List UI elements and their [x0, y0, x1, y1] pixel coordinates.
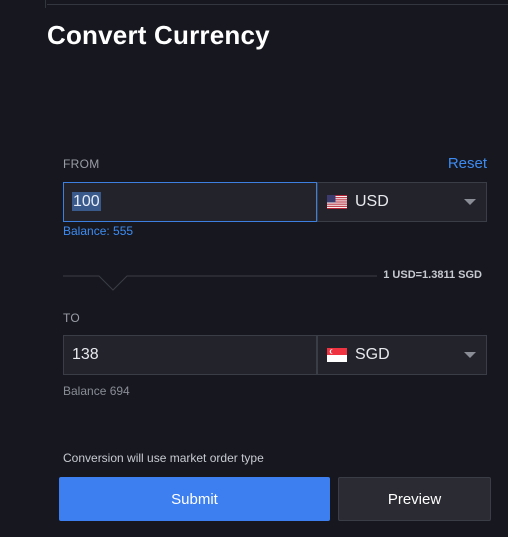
preview-button[interactable]: Preview	[338, 477, 491, 521]
exchange-rate-text: 1 USD=1.3811 SGD	[377, 269, 488, 281]
sg-flag-icon	[327, 348, 347, 362]
to-label: TO	[63, 311, 81, 325]
top-border	[47, 4, 508, 5]
from-amount-input[interactable]: 100	[63, 182, 317, 222]
from-currency-code: USD	[355, 193, 389, 210]
from-label: FROM	[63, 157, 100, 171]
to-amount-value: 138	[72, 346, 99, 363]
chevron-down-icon	[464, 199, 476, 205]
chevron-down-icon	[464, 352, 476, 358]
conversion-note: Conversion will use market order type	[63, 451, 264, 465]
from-amount-value: 100	[72, 192, 101, 211]
to-currency-code: SGD	[355, 346, 390, 363]
left-edge-line	[45, 0, 46, 8]
page-title: Convert Currency	[47, 20, 270, 50]
us-flag-icon	[327, 195, 347, 209]
submit-button[interactable]: Submit	[59, 477, 330, 521]
reset-link[interactable]: Reset	[448, 155, 487, 172]
from-currency-select[interactable]: USD	[317, 182, 487, 222]
to-balance: Balance 694	[63, 384, 130, 398]
to-currency-select[interactable]: SGD	[317, 335, 487, 375]
from-balance: Balance: 555	[63, 224, 134, 238]
to-amount-input[interactable]: 138	[63, 335, 317, 375]
convert-currency-panel: Convert Currency FROM Reset 100 USD Bala…	[0, 0, 508, 537]
